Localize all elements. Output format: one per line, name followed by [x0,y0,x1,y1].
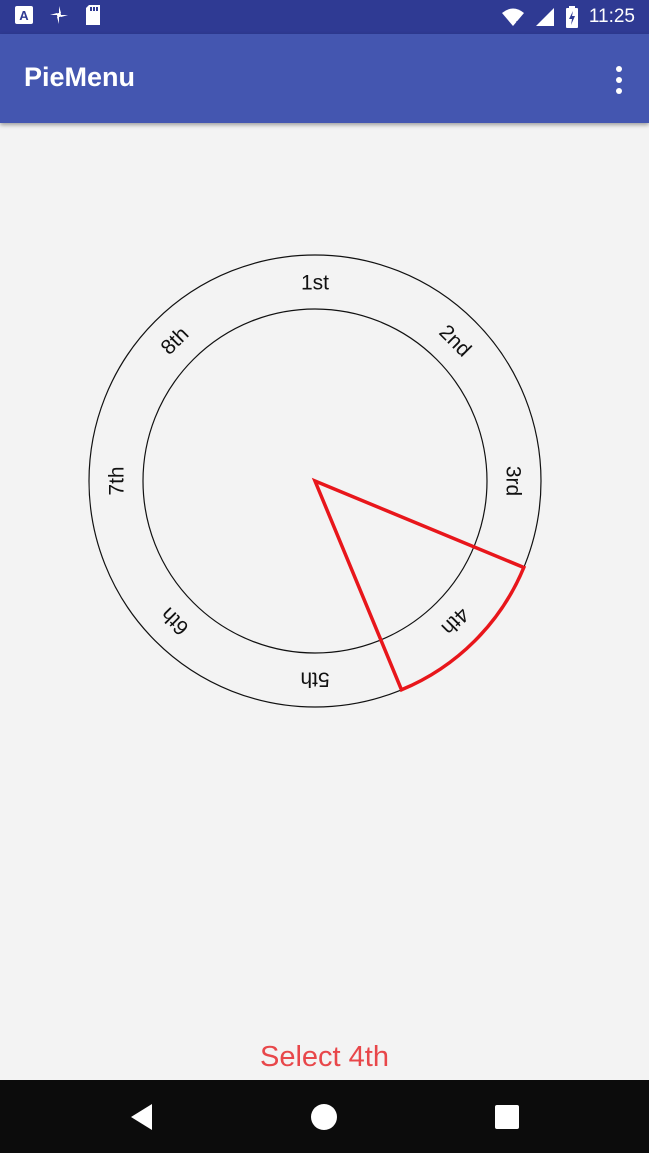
pie-item-2nd[interactable]: 2nd [434,320,475,361]
navigation-bar [0,1080,649,1153]
home-icon[interactable] [310,1103,338,1135]
pie-item-8th[interactable]: 8th [157,323,194,360]
pie-selected-wedge [311,477,527,693]
selection-status-text: Select 4th [260,1041,389,1073]
recents-icon[interactable] [494,1104,520,1134]
back-icon[interactable] [128,1102,154,1136]
pie-menu[interactable]: 1st 2nd 3rd 4th 5th 6th 7th 8th [0,0,649,1153]
pie-item-7th[interactable]: 7th [106,466,129,495]
pie-item-4th[interactable]: 4th [437,603,474,640]
pie-item-6th[interactable]: 6th [157,603,194,640]
pie-item-5th[interactable]: 5th [300,668,329,691]
pie-item-1st[interactable]: 1st [301,272,329,295]
pie-item-3rd[interactable]: 3rd [502,466,525,496]
